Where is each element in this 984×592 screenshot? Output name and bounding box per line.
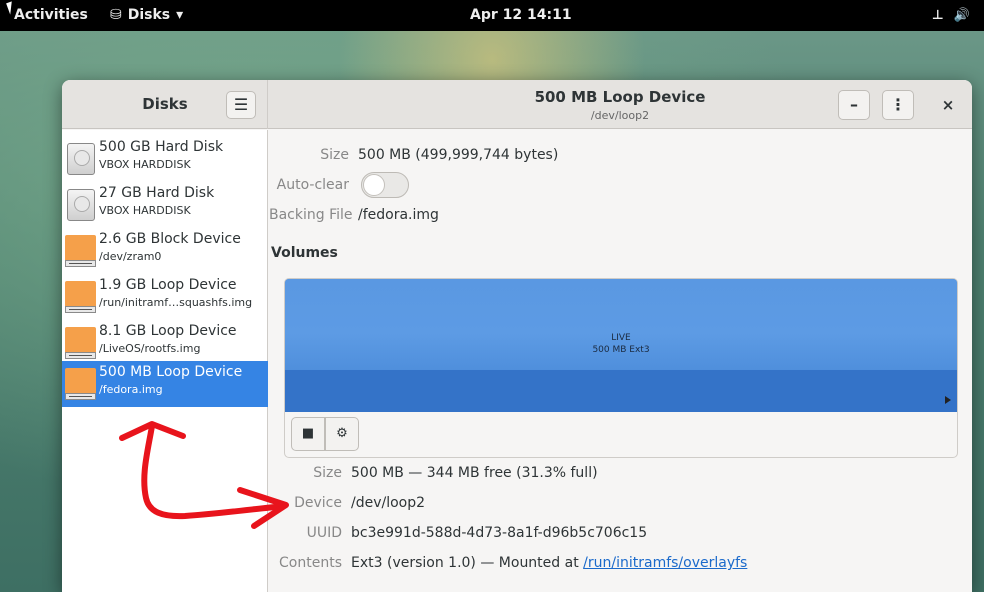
device-path: /run/initramf…squashfs.img: [99, 296, 253, 309]
volumes-heading: Volumes: [271, 245, 338, 261]
partition-contents-value: Ext3 (version 1.0) — Mounted at /run/ini…: [351, 555, 747, 571]
device-name: 500 MB Loop Device: [99, 364, 243, 380]
partition-uuid-label: UUID: [306, 525, 342, 541]
partition-size-label: Size: [313, 465, 342, 481]
stop-icon: ■: [301, 426, 315, 441]
play-arrow-icon: [945, 396, 951, 404]
close-button[interactable]: ×: [934, 90, 962, 120]
header-bar: Disks ☰ 500 MB Loop Device /dev/loop2 – …: [62, 80, 972, 129]
device-name: 27 GB Hard Disk: [99, 185, 215, 201]
device-item-block-device[interactable]: 2.6 GB Block Device /dev/zram0: [62, 228, 268, 274]
device-path: VBOX HARDDISK: [99, 204, 191, 217]
hard-disk-icon: [67, 143, 95, 175]
hamburger-icon: ☰: [233, 95, 249, 114]
autoclear-switch[interactable]: [361, 172, 409, 198]
loop-device-icon: [65, 368, 96, 400]
partition-live[interactable]: LIVE 500 MB Ext3: [285, 279, 957, 370]
close-icon: ×: [941, 96, 955, 114]
minimize-button[interactable]: –: [838, 90, 870, 120]
backing-file-value: /fedora.img: [358, 207, 439, 223]
drive-options-button[interactable]: ⋮: [882, 90, 914, 120]
loop-device-icon: [65, 327, 96, 359]
unmount-button[interactable]: ■: [291, 417, 325, 451]
hard-disk-icon: [67, 189, 95, 221]
device-name: 500 GB Hard Disk: [99, 139, 224, 155]
partition-options-button[interactable]: ⚙: [325, 417, 359, 451]
caret-down-icon: ▾: [176, 7, 184, 23]
app-menu[interactable]: ⛁ Disks ▾: [110, 0, 183, 31]
size-value: 500 MB (499,999,744 bytes): [358, 147, 559, 163]
partition-size-value: 500 MB — 344 MB free (31.3% full): [351, 465, 598, 481]
loop-device-icon: [65, 281, 96, 313]
partition-contents-label: Contents: [279, 555, 342, 571]
switch-knob: [363, 174, 385, 196]
disks-window: Disks ☰ 500 MB Loop Device /dev/loop2 – …: [62, 80, 972, 592]
activities-button[interactable]: Activities: [14, 0, 88, 31]
device-path: /LiveOS/rootfs.img: [99, 342, 201, 355]
device-name: 2.6 GB Block Device: [99, 231, 241, 247]
hamburger-menu-button[interactable]: ☰: [226, 91, 256, 119]
device-list: 500 GB Hard Disk VBOX HARDDISK 27 GB Har…: [62, 130, 268, 592]
partition-device-value: /dev/loop2: [351, 495, 426, 511]
partition-name: LIVE: [611, 333, 631, 343]
more-vertical-icon: ⋮: [890, 95, 906, 114]
volume-icon: 🔊: [953, 8, 970, 23]
sidebar-header: Disks ☰: [62, 80, 268, 129]
loop-device-icon: [65, 235, 96, 267]
device-item-1-9gb-loop[interactable]: 1.9 GB Loop Device /run/initramf…squashf…: [62, 274, 268, 320]
contents-text: Ext3 (version 1.0) — Mounted at: [351, 555, 584, 571]
gears-icon: ⚙: [336, 426, 348, 441]
partition-device-label: Device: [294, 495, 342, 511]
top-bar: Activities ⛁ Disks ▾ Apr 12 14:11 ⊥ 🔊: [0, 0, 984, 31]
device-path: /dev/zram0: [99, 250, 162, 263]
clock[interactable]: Apr 12 14:11: [470, 0, 572, 31]
device-name: 1.9 GB Loop Device: [99, 277, 237, 293]
partition-desc: 500 MB Ext3: [592, 345, 650, 355]
volume-map: LIVE 500 MB Ext3: [285, 279, 957, 412]
filesystem-row[interactable]: [285, 370, 957, 412]
size-label: Size: [320, 147, 349, 163]
backing-file-label: Backing File: [269, 207, 353, 223]
device-path: VBOX HARDDISK: [99, 158, 191, 171]
device-item-27gb-hard-disk[interactable]: 27 GB Hard Disk VBOX HARDDISK: [62, 182, 268, 228]
disks-app-icon: ⛁: [110, 7, 122, 23]
device-item-8-1gb-loop[interactable]: 8.1 GB Loop Device /LiveOS/rootfs.img: [62, 320, 268, 366]
minus-icon: –: [850, 95, 858, 114]
device-item-500mb-loop[interactable]: 500 MB Loop Device /fedora.img: [62, 361, 268, 407]
device-name: 8.1 GB Loop Device: [99, 323, 237, 339]
network-icon: ⊥: [931, 8, 944, 23]
partition-uuid-value: bc3e991d-588d-4d73-8a1f-d96b5c706c15: [351, 525, 648, 541]
mount-point-link[interactable]: /run/initramfs/overlayfs: [583, 555, 747, 571]
app-menu-label: Disks: [127, 7, 171, 23]
device-details: Size 500 MB (499,999,744 bytes) Auto-cle…: [269, 130, 972, 592]
device-item-500gb-hard-disk[interactable]: 500 GB Hard Disk VBOX HARDDISK: [62, 136, 268, 182]
autoclear-label: Auto-clear: [276, 177, 349, 193]
volumes-graphic: LIVE 500 MB Ext3 ■ ⚙: [284, 278, 958, 458]
device-path: /fedora.img: [99, 383, 163, 396]
system-tray[interactable]: ⊥ 🔊: [932, 0, 970, 31]
